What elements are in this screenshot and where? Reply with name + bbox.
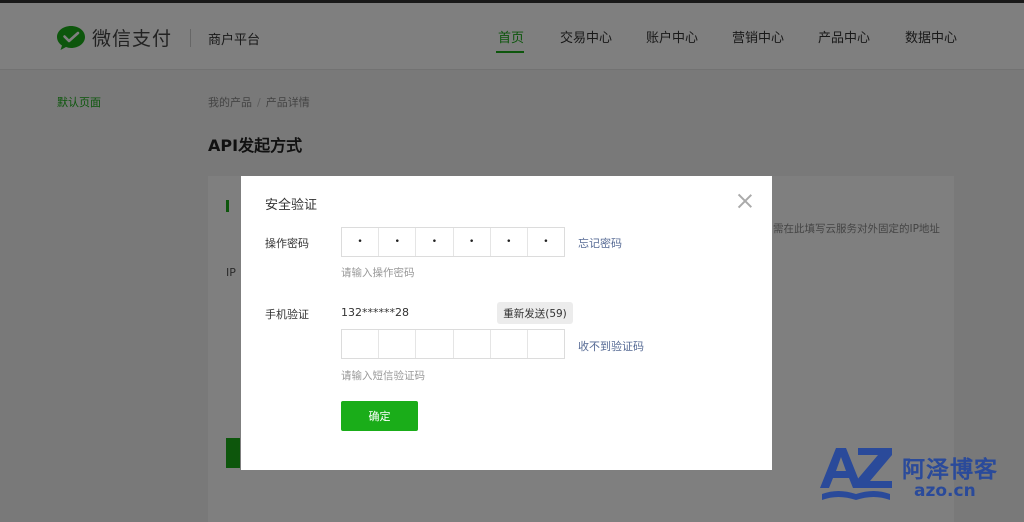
watermark-url: azo.cn [914, 481, 976, 501]
sms-code-input[interactable] [341, 329, 565, 359]
password-hint: 请输入操作密码 [341, 267, 415, 279]
confirm-button[interactable]: 确定 [341, 401, 418, 431]
sms-code-cell [416, 330, 454, 358]
watermark: 阿泽博客 azo.cn [818, 444, 1018, 506]
password-cell: • [416, 228, 454, 256]
sms-code-hint: 请输入短信验证码 [341, 370, 425, 382]
sms-code-cell [379, 330, 417, 358]
sms-code-cell [491, 330, 528, 358]
phone-verify-label: 手机验证 [265, 308, 309, 321]
password-label: 操作密码 [265, 237, 309, 250]
sms-code-cell [454, 330, 491, 358]
password-cell: • [379, 228, 417, 256]
password-input[interactable]: • • • • • • [341, 227, 565, 257]
close-icon[interactable] [738, 194, 752, 208]
resend-code-button[interactable]: 重新发送(59) [497, 302, 573, 324]
password-cell: • [454, 228, 491, 256]
password-cell: • [491, 228, 528, 256]
masked-phone-number: 132******28 [341, 306, 409, 319]
password-cell: • [342, 228, 380, 256]
watermark-name: 阿泽博客 [902, 457, 998, 483]
forgot-password-link[interactable]: 忘记密码 [578, 235, 622, 251]
sms-code-cell [342, 330, 380, 358]
code-not-received-link[interactable]: 收不到验证码 [578, 338, 644, 354]
dialog-title: 安全验证 [265, 198, 318, 213]
password-cell: • [543, 237, 549, 247]
sms-code-cell [528, 330, 564, 358]
watermark-logo-icon [820, 448, 892, 500]
security-verification-dialog: 安全验证 操作密码 • • • • • • 忘记密码 请输入操作密码 手机验证 … [241, 176, 772, 470]
